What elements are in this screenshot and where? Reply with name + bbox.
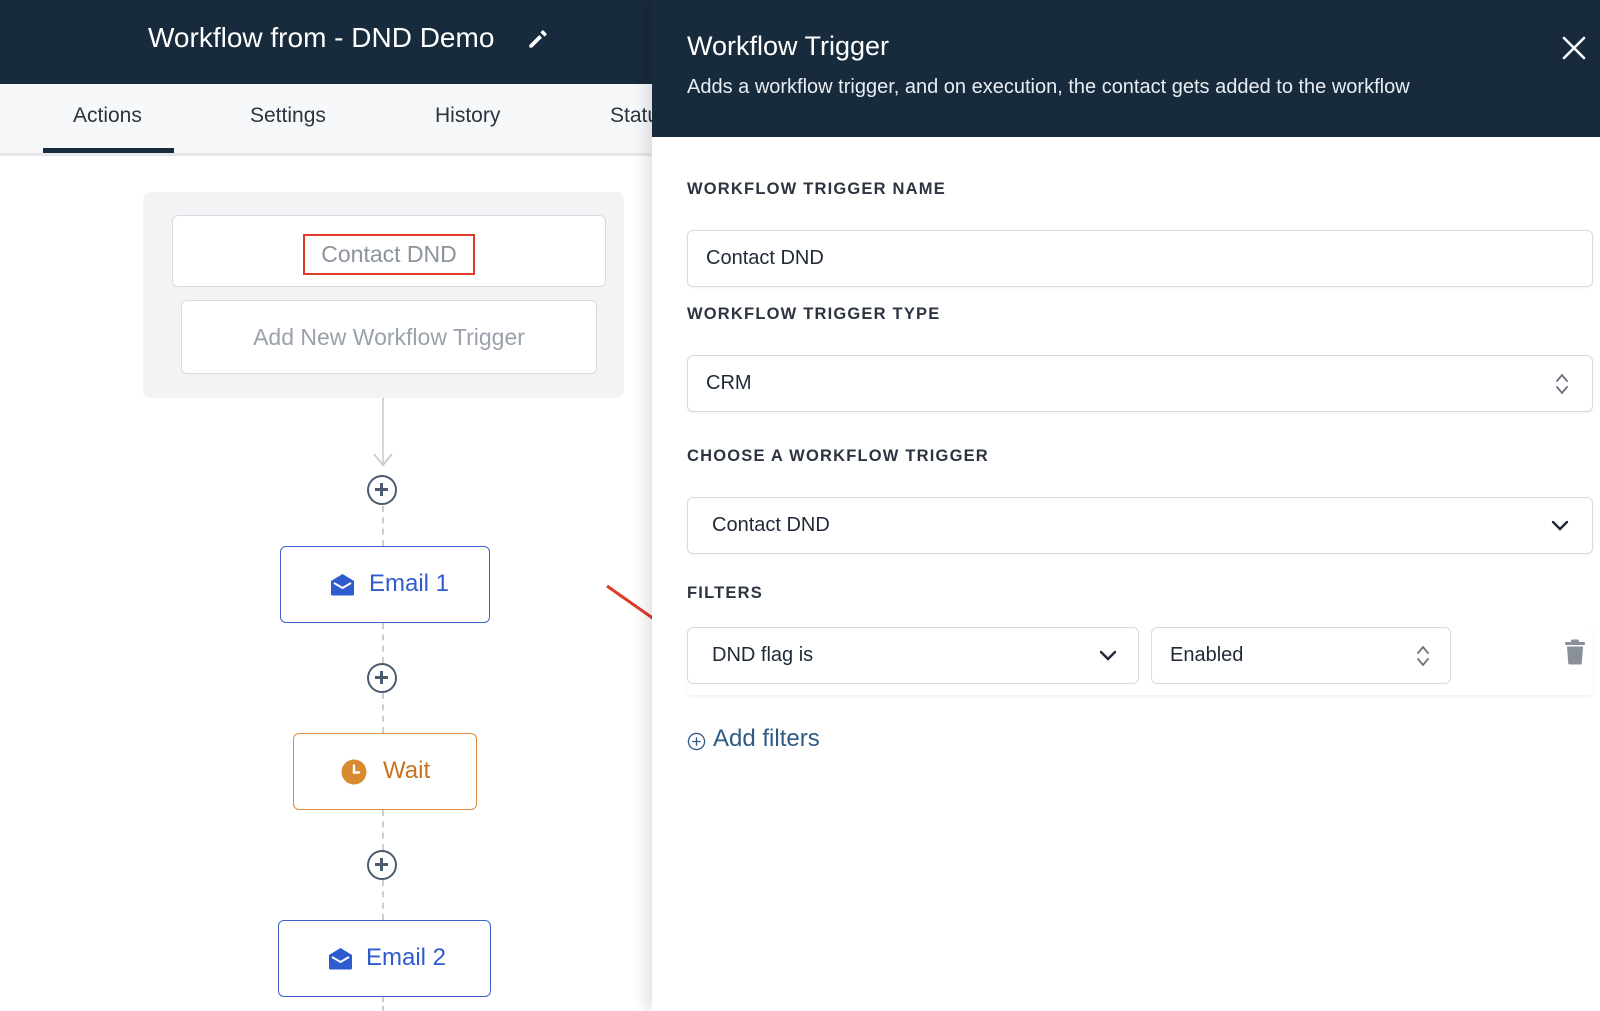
add-step-button[interactable] <box>367 475 397 505</box>
pencil-icon[interactable] <box>525 26 551 52</box>
filter-field-select[interactable]: DND flag is <box>687 627 1139 684</box>
workflow-builder: Workflow from - DND Demo Actions Setting… <box>0 0 652 1011</box>
add-filters-label: Add filters <box>713 725 820 752</box>
chevron-down-icon <box>1099 650 1117 661</box>
filter-row: DND flag is Enabled <box>687 627 1593 695</box>
filters-label: FILTERS <box>687 584 763 602</box>
panel-title: Workflow Trigger <box>687 31 890 61</box>
tab-actions[interactable]: Actions <box>73 104 142 128</box>
tab-bar: Actions Settings History Statu <box>0 84 652 156</box>
panel-header: Workflow Trigger Adds a workflow trigger… <box>652 0 1600 137</box>
envelope-icon <box>329 948 352 970</box>
trigger-type-value: CRM <box>706 372 752 394</box>
annotation-arrow-icon <box>606 584 652 620</box>
add-step-button[interactable] <box>367 850 397 880</box>
workflow-header: Workflow from - DND Demo <box>0 0 652 84</box>
choose-trigger-select[interactable]: Contact DND <box>687 497 1593 554</box>
trigger-name-value: Contact DND <box>706 247 824 269</box>
workflow-trigger-panel: Workflow Trigger Adds a workflow trigger… <box>652 0 1600 1011</box>
connector-line <box>382 623 384 663</box>
updown-chevron-icon <box>1556 373 1568 395</box>
updown-chevron-icon <box>1417 645 1429 667</box>
filter-value: Enabled <box>1170 644 1244 666</box>
connector-line <box>382 810 384 850</box>
add-step-button[interactable] <box>367 663 397 693</box>
tab-settings[interactable]: Settings <box>250 104 326 128</box>
panel-subtitle: Adds a workflow trigger, and on executio… <box>687 76 1410 98</box>
choose-trigger-value: Contact DND <box>712 514 830 536</box>
annotation-highlight-box <box>303 234 475 275</box>
node-email-1[interactable]: Email 1 <box>280 546 490 623</box>
tab-history[interactable]: History <box>435 104 500 128</box>
node-email-2[interactable]: Email 2 <box>278 920 491 997</box>
trigger-type-select[interactable]: CRM <box>687 355 1593 412</box>
node-label: Email 2 <box>366 944 447 971</box>
chevron-down-icon <box>1551 520 1569 531</box>
connector-line <box>382 506 384 546</box>
connector-line <box>382 997 384 1011</box>
tab-status[interactable]: Statu <box>610 104 652 128</box>
node-label: Email 1 <box>369 570 450 597</box>
connector-line <box>382 880 384 920</box>
node-wait[interactable]: Wait <box>293 733 477 810</box>
filter-value-select[interactable]: Enabled <box>1151 627 1451 684</box>
trash-icon[interactable] <box>1564 639 1586 665</box>
trigger-name-label: WORKFLOW TRIGGER NAME <box>687 180 946 198</box>
choose-trigger-label: CHOOSE A WORKFLOW TRIGGER <box>687 447 989 465</box>
envelope-icon <box>331 574 354 596</box>
close-icon[interactable] <box>1560 34 1588 62</box>
connector-arrow-icon <box>373 453 393 467</box>
add-new-trigger-button[interactable]: Add New Workflow Trigger <box>181 300 597 374</box>
active-tab-indicator <box>43 148 174 153</box>
trigger-name-input[interactable]: Contact DND <box>687 230 1593 287</box>
trigger-type-label: WORKFLOW TRIGGER TYPE <box>687 305 941 323</box>
node-label: Wait <box>383 757 431 784</box>
filter-field-value: DND flag is <box>712 644 814 666</box>
workflow-title: Workflow from - DND Demo <box>148 22 495 53</box>
plus-circle-icon <box>687 732 706 751</box>
connector-line <box>382 693 384 733</box>
clock-icon <box>341 759 367 785</box>
